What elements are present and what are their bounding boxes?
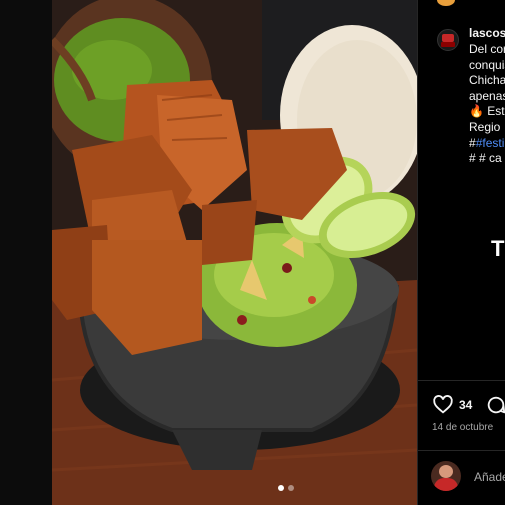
post-media[interactable] xyxy=(52,0,417,505)
loading-placeholder-text: T xyxy=(491,236,505,261)
divider xyxy=(418,380,505,381)
like-count[interactable]: 34 xyxy=(459,398,472,412)
caption-line: apenas xyxy=(469,88,505,103)
divider xyxy=(418,450,505,451)
author-username[interactable]: lascost xyxy=(469,26,505,40)
hashtag-line: ##festi xyxy=(469,135,505,150)
carousel-indicator xyxy=(278,485,294,491)
left-backdrop xyxy=(0,0,52,505)
fire-emoji-icon: 🔥 xyxy=(469,104,484,119)
caption-line: Del cor xyxy=(469,42,505,56)
food-photo xyxy=(52,0,417,505)
partial-avatar-top xyxy=(437,0,455,6)
caption-line: 🔥 Est xyxy=(469,104,505,119)
author-avatar[interactable] xyxy=(437,29,459,51)
caption-line: Regio xyxy=(469,119,501,134)
current-user-avatar xyxy=(431,461,461,491)
instagram-post-view: lascost Del cor conquis Chicha apenas 🔥 … xyxy=(0,0,505,505)
heart-icon[interactable] xyxy=(432,394,454,416)
post-date[interactable]: 14 de octubre xyxy=(432,422,493,433)
post-caption: Del cor conquis Chicha apenas 🔥 Est Regi… xyxy=(469,42,505,167)
comment-icon[interactable] xyxy=(485,394,505,416)
carousel-dot xyxy=(288,485,294,491)
hashtag-link[interactable]: #festi xyxy=(476,136,505,150)
caption-line: conquis xyxy=(469,57,505,72)
hashtag-line-2: # # ca xyxy=(469,151,502,166)
caption-line: Chicha xyxy=(469,73,505,88)
carousel-dot-active xyxy=(278,485,284,491)
post-side-panel: lascost Del cor conquis Chicha apenas 🔥 … xyxy=(417,0,505,505)
add-comment-input[interactable]: Añade xyxy=(474,470,505,484)
